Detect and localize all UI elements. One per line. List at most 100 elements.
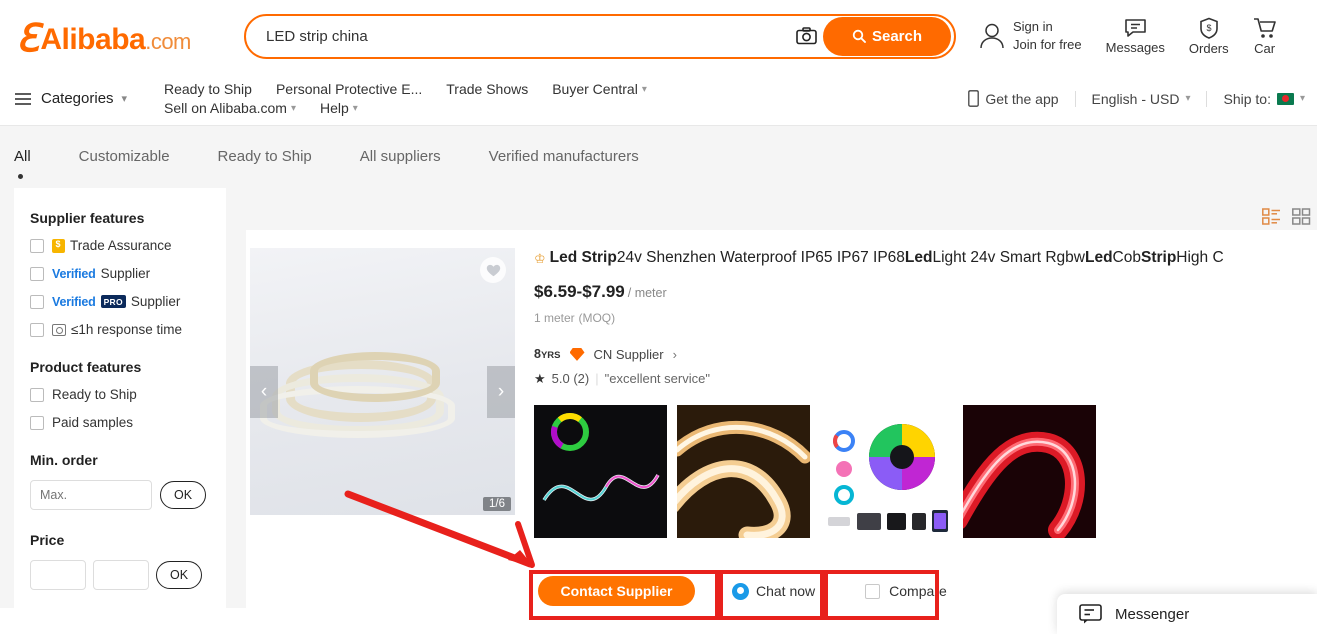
prev-image-arrow[interactable]: ‹ [250, 366, 278, 418]
nav-link-buyer-central[interactable]: Buyer Central ▾ [552, 81, 647, 97]
user-icon [980, 23, 1004, 49]
product-features-title: Product features [30, 359, 142, 375]
search-input[interactable] [246, 15, 789, 57]
title-part: Led Strip [549, 249, 617, 266]
checkbox[interactable] [30, 322, 44, 337]
chevron-down-icon: ▾ [290, 102, 296, 114]
tab-all-suppliers[interactable]: All suppliers [360, 148, 441, 167]
checkbox[interactable] [30, 415, 44, 430]
mobile-icon [968, 90, 980, 107]
orders-button[interactable]: $ Orders [1189, 17, 1229, 56]
product-image[interactable]: ‹ › 1/6 [250, 248, 515, 515]
supplier-line[interactable]: 8YRS CN Supplier › [534, 347, 1317, 362]
checkbox[interactable] [30, 387, 44, 402]
categories-label: Categories [41, 90, 114, 107]
logo-tld: .com [145, 28, 191, 54]
title-part: Cob [1112, 249, 1141, 266]
messenger-widget[interactable]: Messenger [1057, 594, 1317, 634]
response-time-icon [52, 323, 66, 336]
nav-link-label: Help [320, 100, 349, 116]
nav-link-label: Trade Shows [446, 81, 529, 97]
red-neon-strip-thumbnail[interactable] [963, 404, 1096, 538]
tab-customizable[interactable]: Customizable [79, 148, 170, 167]
tab-verified-manufacturers[interactable]: Verified manufacturers [489, 148, 639, 167]
join-free-link[interactable]: Join for free [1013, 36, 1082, 54]
trade-assurance-badge [52, 238, 65, 253]
categories-menu[interactable]: Categories ▾ [14, 90, 164, 107]
chevron-down-icon: ▾ [352, 102, 358, 114]
filter-label: Paid samples [52, 415, 134, 430]
hamburger-icon [15, 92, 31, 105]
filter-ready-to-ship[interactable]: Ready to Ship [30, 387, 210, 402]
compare-checkbox[interactable]: Compare [865, 583, 947, 599]
filter-label: Supplier [100, 266, 151, 281]
star-icon: ★ [534, 370, 546, 386]
nav-link-ready-to-ship[interactable]: Ready to Ship [164, 81, 252, 97]
chevron-down-icon: ▾ [121, 93, 128, 105]
checkbox[interactable] [30, 238, 44, 253]
tab-ready-to-ship[interactable]: Ready to Ship [218, 148, 312, 167]
min-order-ok-button[interactable]: OK [160, 481, 206, 509]
tab-all[interactable]: All [14, 148, 31, 179]
filter-label: Supplier [130, 294, 181, 309]
cart-label: Car [1254, 40, 1276, 56]
product-action-bar: Contact Supplier Chat now Compare [538, 576, 947, 606]
contact-supplier-button[interactable]: Contact Supplier [538, 576, 695, 606]
chat-now-button[interactable]: Chat now [732, 582, 815, 600]
search-button-label: Search [871, 27, 923, 45]
next-image-arrow[interactable]: › [487, 366, 515, 418]
filter-paid-samples[interactable]: Paid samples [30, 415, 210, 430]
product-thumbnails [534, 404, 1317, 538]
checkbox[interactable] [865, 583, 881, 599]
view-toggle [1262, 208, 1311, 225]
heart-icon[interactable] [480, 257, 506, 283]
sign-in-link[interactable]: Sign in [1013, 18, 1082, 36]
price-ok-button[interactable]: OK [156, 561, 202, 589]
search-button[interactable]: Search [823, 16, 951, 56]
alibaba-logo-mark: ℇ [16, 17, 39, 60]
messages-label: Messages [1105, 39, 1165, 55]
messages-button[interactable]: Messages [1106, 18, 1165, 55]
title-part: Led [904, 249, 933, 266]
filters-sidebar: Supplier features Trade Assurance Verifi… [14, 188, 226, 608]
cart-icon [1253, 17, 1276, 38]
nav-link-help[interactable]: Help ▾ [320, 100, 358, 116]
product-title[interactable]: ♔ Led Strip 24v Shenzhen Waterproof IP65… [534, 248, 1317, 269]
list-view-icon [1262, 208, 1280, 225]
site-header: ℇ Alibaba .com Search [0, 0, 1317, 72]
price-range: $6.59-$7.99 [534, 281, 625, 301]
svg-text:$: $ [1206, 23, 1211, 33]
price-max-input[interactable] [93, 560, 149, 590]
filter-label: Ready to Ship [52, 387, 137, 402]
nav-link-trade-shows[interactable]: Trade Shows [446, 81, 528, 97]
filter-verified-supplier[interactable]: Verified Supplier [30, 266, 210, 281]
alibaba-logo[interactable]: ℇ Alibaba .com [12, 14, 244, 60]
filter-verified-pro-supplier[interactable]: Verified PRO Supplier [30, 294, 210, 309]
filter-trade-assurance[interactable]: Trade Assurance [30, 238, 210, 253]
bangladesh-flag-icon [1276, 92, 1294, 105]
moq-value: 1 meter [534, 310, 575, 325]
verified-badge: Verified [52, 266, 96, 281]
supplier-country-label: CN Supplier [593, 346, 664, 362]
filter-response-time[interactable]: ≤1h response time [30, 322, 210, 337]
nav-link-sell-on-alibaba[interactable]: Sell on Alibaba.com ▾ [164, 100, 296, 116]
rgb-kit-accessories-thumbnail[interactable] [820, 404, 953, 538]
chevron-right-icon: › [672, 346, 677, 362]
nav-link-ppe[interactable]: Personal Protective E... [276, 81, 422, 97]
checkbox[interactable] [30, 266, 44, 281]
warm-white-cob-thumbnail[interactable] [677, 404, 810, 538]
account-menu[interactable]: Sign in Join for free [978, 18, 1082, 53]
rgb-strip-dark-thumbnail[interactable] [534, 404, 667, 538]
get-the-app-link[interactable]: Get the app [952, 90, 1074, 107]
price-min-input[interactable] [30, 560, 86, 590]
language-currency-selector[interactable]: English - USD ▾ [1076, 91, 1207, 107]
camera-icon[interactable] [789, 27, 823, 45]
image-counter: 1/6 [483, 497, 511, 511]
min-order-input[interactable] [30, 480, 152, 510]
ship-to-selector[interactable]: Ship to: ▾ [1207, 91, 1309, 107]
cart-button[interactable]: Car [1253, 17, 1277, 56]
checkbox[interactable] [30, 294, 44, 309]
ship-to-label: Ship to: [1223, 90, 1271, 107]
divider: | [595, 371, 599, 387]
language-label: English - USD [1091, 90, 1180, 107]
